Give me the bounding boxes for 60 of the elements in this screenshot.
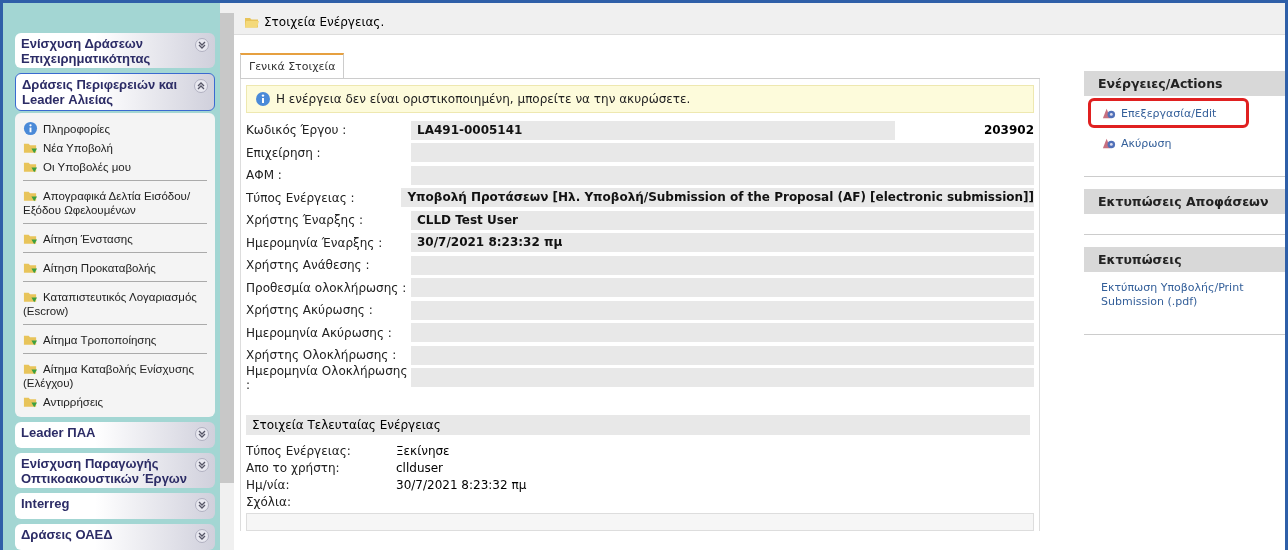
field-label: Χρήστης Ακύρωσης : xyxy=(246,303,374,318)
menu-item[interactable]: Οι Υποβολές μου xyxy=(23,156,207,176)
page-title: Στοιχεία Ενέργειας. xyxy=(264,14,385,29)
info-icon xyxy=(23,120,38,136)
panel-header: Εκτυπώσεις xyxy=(1084,247,1285,272)
field-label: ΑΦΜ : xyxy=(246,168,283,183)
expand-icon xyxy=(195,498,209,512)
field-label: Τύπος Ενέργειας: xyxy=(246,443,352,460)
field-value: 30/7/2021 8:23:32 πμ xyxy=(396,477,527,494)
field-label: Σχόλια: xyxy=(246,494,292,511)
menu-item[interactable]: Απογραφικά Δελτία Εισόδου/ Εξόδου Ωφελουμένων xyxy=(23,185,207,219)
menu-item[interactable]: Αντιρρήσεις xyxy=(23,391,207,411)
menu-item[interactable]: Αίτηση Προκαταβολής xyxy=(23,257,207,277)
menu-item[interactable]: Καταπιστευτικός Λογαριασμός (Escrow) xyxy=(23,286,207,320)
field-label: Τύπος Ενέργειας : xyxy=(246,190,356,205)
panel-header: Ενέργειες/Actions xyxy=(1084,71,1285,96)
accordion-header[interactable]: Ενίσχυση Δράσεων Επιχειρηματικότητας xyxy=(15,33,215,69)
accordion-header[interactable]: Interreg xyxy=(15,493,215,519)
field-value: cllduser xyxy=(396,460,444,477)
info-icon xyxy=(255,91,271,107)
tab[interactable]: Γενικά Στοιχεία xyxy=(240,53,345,78)
action-link[interactable]: Ακύρωση xyxy=(1088,128,1185,158)
field-label: Χρήστης Ολοκλήρωσης : xyxy=(246,348,398,363)
menu-item[interactable]: Νέα Υποβολή xyxy=(23,137,207,157)
expand-icon xyxy=(195,529,209,543)
panel-header: Εκτυπώσεις Αποφάσεων xyxy=(1084,189,1285,214)
id-number: 203902 xyxy=(982,123,1034,138)
menu-item[interactable]: Πληροφορίες xyxy=(23,118,207,138)
field-label: Ημερομηνία Ολοκλήρωσης : xyxy=(246,363,409,392)
field-value: Ξεκίνησε xyxy=(396,443,450,460)
field-label: Επιχείρηση : xyxy=(246,145,322,160)
menu-item[interactable]: Αίτημα Καταβολής Ενίσχυσης (Ελέγχου) xyxy=(23,358,207,392)
section-header: Στοιχεία Τελευταίας Ενέργειας xyxy=(246,415,1030,435)
field-value: 30/7/2021 8:23:32 πμ xyxy=(411,233,1034,253)
menu-item[interactable]: Αίτηση Ένστασης xyxy=(23,228,207,248)
accordion-header[interactable]: Leader ΠΑΑ xyxy=(15,421,215,448)
field-value: CLLD Test User xyxy=(411,210,1034,230)
field-label: Ημερομηνία Έναρξης : xyxy=(246,235,384,250)
scrollbar[interactable] xyxy=(220,3,234,550)
field-label: Απο το χρήστη: xyxy=(246,460,341,477)
field-label: Προθεσμία ολοκλήρωσης : xyxy=(246,280,408,295)
field-label: Κωδικός Έργου : xyxy=(246,123,348,138)
field-label: Ημ/νία: xyxy=(246,477,291,494)
accordion-header[interactable]: Δράσεις ΟΑΕΔ xyxy=(15,524,215,550)
action-link[interactable]: Επεξεργασία/Edit xyxy=(1088,98,1250,128)
field-value: Υποβολή Προτάσεων [Ηλ. Υποβολή/Submission of the Proposal (AF) [electronic submission]] xyxy=(401,188,1034,208)
comments-field[interactable] xyxy=(246,513,1034,531)
menu-item[interactable]: Αίτημα Τροποποίησης xyxy=(23,329,207,349)
expand-icon xyxy=(195,457,209,472)
expand-icon xyxy=(195,38,209,52)
collapse-icon xyxy=(194,79,208,94)
field-value: LA491-0005141 xyxy=(411,120,895,140)
notice-text: Η ενέργεια δεν είναι οριστικοποιημένη, μπορείτε να την ακυρώσετε. xyxy=(276,92,691,106)
accordion-header[interactable]: Ενίσχυση Παραγωγής Οπτικοακουστικών Έργων xyxy=(15,452,215,488)
action-link[interactable]: Εκτύπωση Υποβολής/Print Submission (.pdf) xyxy=(1088,274,1284,316)
expand-icon xyxy=(195,426,209,441)
field-label: Χρήστης Ανάθεσης : xyxy=(246,258,371,273)
field-label: Ημερομηνία Ακύρωσης : xyxy=(246,325,393,340)
accordion-header[interactable]: Δράσεις Περιφερειών και Leader Αλιείας xyxy=(15,73,215,111)
field-label: Χρήστης Έναρξης : xyxy=(246,213,365,228)
